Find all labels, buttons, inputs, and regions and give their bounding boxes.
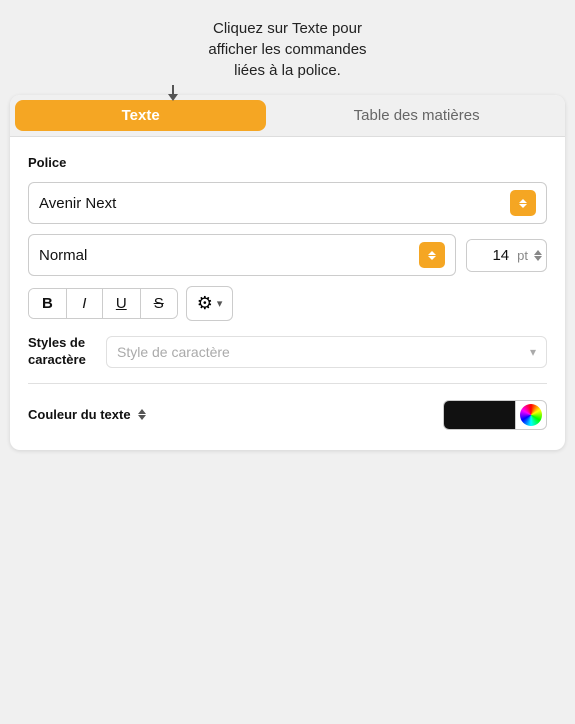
format-buttons-group: B I U S [28,288,178,319]
italic-button[interactable]: I [67,289,103,318]
font-style-arrows-icon [419,242,445,268]
strikethrough-button[interactable]: S [141,289,177,318]
font-name-select[interactable]: Avenir Next [28,182,547,224]
char-style-chevron-icon: ▾ [530,345,536,359]
tab-toc[interactable]: Table des matières [268,95,565,136]
text-color-stepper[interactable] [138,409,146,420]
font-size-input-wrap: pt [466,239,547,272]
text-color-label-wrap: Couleur du texte [28,407,146,422]
text-options-gear-button[interactable]: ⚙ ▾ [186,286,234,321]
font-size-increment-icon[interactable] [534,250,542,255]
divider [28,383,547,384]
tooltip-arrow [172,85,174,95]
arrow-down-icon [519,204,527,208]
font-section-label: Police [28,155,547,170]
color-wheel-icon [520,404,542,426]
underline-button[interactable]: U [103,289,141,318]
arrow-up-icon [519,199,527,203]
tooltip-text: Cliquez sur Texte pourafficher les comma… [208,20,366,79]
panel-body: Police Avenir Next Normal [10,137,565,450]
tab-bar: Texte Table des matières [10,95,565,137]
style-arrow-down-icon [428,256,436,260]
tooltip-bubble: Cliquez sur Texte pourafficher les comma… [0,0,575,95]
bold-button[interactable]: B [29,289,67,318]
chevron-down-icon: ▾ [217,297,223,310]
style-arrow-up-icon [428,251,436,255]
color-black-swatch[interactable] [443,400,515,430]
font-size-decrement-icon[interactable] [534,256,542,261]
char-style-row: Styles decaractère Style de caractère ▾ [28,335,547,369]
font-size-stepper[interactable] [530,248,546,263]
font-size-unit: pt [517,248,530,263]
char-style-label: Styles decaractère [28,335,96,369]
tab-texte[interactable]: Texte [15,100,266,131]
font-style-value: Normal [39,247,87,264]
text-color-row: Couleur du texte [28,400,547,430]
color-picker-button[interactable] [515,400,547,430]
text-color-up-icon[interactable] [138,409,146,414]
font-name-arrows-icon [510,190,536,216]
char-style-placeholder: Style de caractère [117,344,230,360]
font-size-input[interactable] [467,240,517,271]
gear-icon: ⚙ [197,293,213,314]
inspector-panel: Texte Table des matières Police Avenir N… [10,95,565,450]
text-color-down-icon[interactable] [138,415,146,420]
font-name-row: Avenir Next [28,182,547,224]
font-style-select[interactable]: Normal [28,234,456,276]
format-row: B I U S ⚙ ▾ [28,286,547,321]
char-style-select[interactable]: Style de caractère ▾ [106,336,547,368]
color-swatch-group [443,400,547,430]
style-size-row: Normal pt [28,234,547,276]
font-name-value: Avenir Next [39,195,116,212]
text-color-label: Couleur du texte [28,407,131,422]
